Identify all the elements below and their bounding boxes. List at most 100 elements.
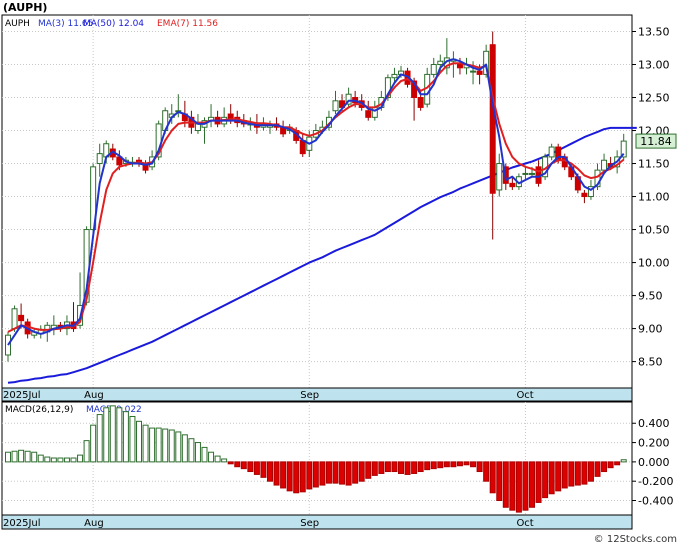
chart-canvas: (AUPH) AUPH MA(3) 11.65MA(50) 12.04 EMA(7)… — [1, 1, 677, 545]
macd-bar-negative — [548, 461, 555, 495]
macd-legend-label: MACD(26,12,9) — [5, 405, 73, 415]
macd-bar-negative — [542, 461, 549, 499]
price-y-axis: 13.5013.0012.5012.0011.5011.0010.5010.00… — [632, 26, 670, 369]
macd-bar-positive — [214, 455, 221, 463]
macd-y-tick-label: 0.200 — [638, 437, 670, 450]
symbol-title: (AUPH) — [3, 1, 47, 14]
macd-bar-positive — [31, 451, 38, 463]
macd-bar-positive — [109, 405, 116, 463]
macd-bar-negative — [437, 461, 444, 469]
macd-bar-negative — [267, 461, 273, 482]
macd-bar-negative — [463, 461, 470, 466]
macd-bar-negative — [345, 461, 352, 486]
macd-bar-negative — [358, 461, 365, 482]
macd-bar-negative — [417, 461, 424, 473]
macd-bar-negative — [470, 461, 477, 468]
price-legend-label: AUPH — [5, 19, 30, 29]
macd-bar-positive — [221, 458, 228, 463]
macd-bar-negative — [450, 461, 457, 468]
macd-bar-negative — [319, 461, 326, 486]
macd-bar-positive — [136, 420, 142, 463]
macd-bar-negative — [286, 461, 293, 492]
macd-bar-negative — [489, 461, 496, 494]
candle-down — [365, 110, 372, 118]
price-y-tick-label: 10.50 — [638, 224, 670, 237]
macd-x-tick-label: Oct — [516, 518, 533, 529]
candle-up — [11, 308, 18, 330]
candle-up — [430, 64, 437, 75]
candle-down — [581, 192, 588, 198]
macd-bar-negative — [522, 461, 529, 511]
macd-bar-positive — [11, 450, 18, 463]
macd-bar-positive — [44, 456, 51, 463]
macd-y-axis: 0.400 0.200 0.000 -0.200 -0.400 — [632, 417, 673, 508]
macd-bar-negative — [535, 461, 542, 503]
macd-bar-negative — [456, 461, 463, 467]
macd-bar-positive — [37, 454, 44, 463]
macd-bar-negative — [378, 461, 385, 474]
candle-up — [332, 100, 339, 112]
candle-up — [470, 70, 477, 73]
macd-bar-positive — [103, 407, 110, 463]
macd-bar-positive — [155, 427, 162, 463]
macd-bar-negative — [260, 461, 267, 478]
macd-y-tick-label: -0.400 — [638, 495, 673, 508]
macd-bar-positive — [116, 407, 123, 463]
macd-bar-positive — [142, 424, 149, 463]
candle-up — [522, 172, 529, 175]
candle-down — [476, 70, 483, 75]
macd-bar-positive — [168, 429, 175, 463]
macd-y-tick-label: 0.000 — [638, 456, 670, 469]
macd-bar-positive — [188, 438, 195, 463]
macd-bar-negative — [234, 461, 241, 468]
price-x-tick-label: Oct — [516, 390, 533, 401]
macd-bar-negative — [568, 461, 575, 487]
macd-bar-positive — [181, 434, 188, 463]
candle-up — [96, 153, 103, 165]
macd-bar-negative — [430, 461, 437, 470]
macd-bar-negative — [476, 461, 483, 473]
macd-bar-negative — [306, 461, 313, 490]
macd-bar-positive — [122, 411, 129, 463]
macd-bar-positive — [194, 442, 201, 463]
price-y-tick-label: 10.00 — [638, 257, 670, 270]
macd-bar-negative — [253, 461, 260, 475]
macd-x-tick-label: 2025Jul — [3, 518, 41, 529]
macd-bar-negative — [332, 461, 339, 484]
price-y-tick-label: 9.50 — [638, 290, 663, 303]
price-y-tick-label: 13.50 — [638, 26, 670, 39]
macd-bar-positive — [90, 424, 97, 463]
price-y-tick-label: 11.00 — [638, 191, 670, 204]
price-y-tick-label: 13.00 — [638, 59, 670, 72]
candle-down — [417, 97, 424, 108]
stock-chart: (AUPH) AUPH MA(3) 11.65 MA(50) 12.04 EMA(7)… — [0, 0, 680, 546]
candle-down — [299, 139, 306, 155]
macd-bar-negative — [280, 461, 287, 489]
macd-bar-negative — [581, 461, 588, 485]
candle-down — [18, 314, 25, 322]
macd-bar-positive — [162, 428, 169, 463]
macd-bar-negative — [404, 461, 411, 475]
macd-bar-positive — [83, 440, 90, 463]
price-y-tick-label: 8.50 — [638, 356, 663, 369]
macd-bar-positive — [175, 431, 182, 463]
macd-bar-negative — [496, 461, 503, 502]
macd-bar-positive — [50, 457, 57, 463]
macd-bar-negative — [339, 461, 346, 485]
price-x-tick-label: Sep — [300, 390, 319, 401]
copyright-text: © 12Stocks.com — [594, 534, 677, 545]
macd-bar-positive — [18, 449, 25, 463]
macd-bar-positive — [620, 459, 627, 463]
candle-up — [391, 73, 398, 79]
candle-up — [601, 159, 608, 171]
last-price-label: 11.84 — [640, 135, 672, 148]
macd-bar-positive — [24, 450, 31, 463]
macd-bar-negative — [293, 461, 300, 494]
macd-bar-negative — [587, 461, 594, 482]
macd-bar-negative — [247, 461, 254, 473]
price-legend-ema7: EMA(7) 11.56 — [157, 19, 218, 29]
macd-bar-positive — [63, 457, 70, 463]
macd-bar-negative — [227, 461, 234, 465]
candle-up — [548, 146, 555, 158]
price-y-tick-label: 12.50 — [638, 92, 670, 105]
